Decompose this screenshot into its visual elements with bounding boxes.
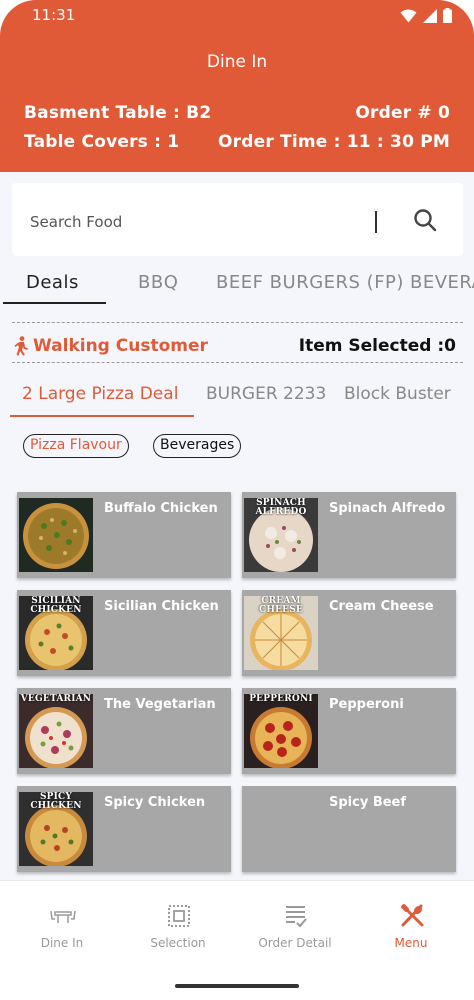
image-caption: VEGETARIAN (20, 694, 92, 704)
menu-item-card[interactable]: Buffalo Chicken (17, 492, 231, 578)
table-label: Basment Table : B2 (24, 103, 212, 123)
search-icon[interactable] (412, 207, 438, 233)
divider (12, 362, 463, 363)
tab-deals[interactable]: Deals (26, 272, 79, 293)
menu-item-name: Sicilian Chicken (104, 599, 219, 614)
menu-item-name: Pepperoni (329, 697, 404, 712)
search-placeholder: Search Food (30, 213, 123, 231)
pizza-image: SPINACH ALFREDO (244, 498, 318, 572)
pizza-image: SPICY CHICKEN (19, 792, 93, 866)
app-screen: 11:31 Dine In Basment Table : B2 Order #… (0, 0, 474, 1000)
search-input[interactable]: Search Food (12, 183, 463, 256)
table-icon (50, 910, 76, 923)
menu-item-name: Spicy Beef (329, 795, 407, 810)
pizza-image (19, 498, 93, 572)
tab-beef-burgers[interactable]: BEEF BURGERS (FP) (216, 272, 404, 293)
tab-bbq[interactable]: BBQ (138, 272, 178, 293)
deal-tab-2-large-pizza[interactable]: 2 Large Pizza Deal (22, 384, 178, 404)
nav-dine-in[interactable]: Dine In (3, 881, 121, 961)
walking-customer-button[interactable]: Walking Customer (12, 336, 208, 356)
nav-menu[interactable]: Menu (352, 881, 470, 961)
menu-item-name: Buffalo Chicken (104, 501, 218, 516)
status-time: 11:31 (32, 6, 76, 24)
chip-pizza-flavour[interactable]: Pizza Flavour (23, 434, 129, 458)
order-number: Order # 0 (355, 103, 450, 123)
menu-item-card[interactable]: SPICY CHICKEN Spicy Chicken (17, 786, 231, 872)
fork-knife-icon (401, 904, 424, 927)
bottom-navigation: Dine In Selection Order Detail Menu (0, 880, 474, 1000)
nav-selection[interactable]: Selection (119, 881, 237, 961)
nav-label: Dine In (40, 936, 84, 950)
menu-item-name: Cream Cheese (329, 599, 434, 614)
menu-item-name: Spinach Alfredo (329, 501, 446, 516)
deal-tab-indicator (10, 415, 194, 417)
nav-label: Selection (150, 936, 206, 950)
tab-beverages[interactable]: BEVERAGES (410, 272, 474, 293)
search-divider (375, 211, 377, 233)
order-list-icon (286, 906, 307, 928)
menu-item-card[interactable]: CREAM CHEESE Cream Cheese (242, 590, 456, 676)
home-indicator[interactable] (175, 984, 299, 988)
chip-beverages[interactable]: Beverages (153, 434, 242, 458)
menu-item-name: Spicy Chicken (104, 795, 206, 810)
selection-icon (168, 905, 190, 927)
pizza-image: VEGETARIAN (19, 694, 93, 768)
pizza-image: SICILIAN CHICKEN (19, 596, 93, 670)
pizza-image: CREAM CHEESE (244, 596, 318, 670)
image-caption: PEPPERONI (249, 694, 313, 704)
menu-item-card[interactable]: Spicy Beef (242, 786, 456, 872)
nav-label: Order Detail (258, 936, 332, 950)
divider (12, 322, 463, 323)
image-caption: SPICY CHICKEN (30, 792, 82, 811)
nav-label: Menu (394, 936, 428, 950)
deal-tab-burger-2233[interactable]: BURGER 2233 (206, 384, 326, 404)
table-covers: Table Covers : 1 (24, 132, 180, 152)
deal-tabs: 2 Large Pizza Deal BURGER 2233 Block Bus… (0, 380, 474, 420)
category-tabs: Deals BBQ BEEF BURGERS (FP) BEVERAGES (0, 266, 474, 306)
image-caption: SPINACH ALFREDO (255, 498, 307, 517)
item-selected-count: Item Selected :0 (298, 336, 456, 356)
menu-item-card[interactable]: VEGETARIAN The Vegetarian (17, 688, 231, 774)
nav-order-detail[interactable]: Order Detail (236, 881, 354, 961)
screen-title: Dine In (206, 52, 268, 72)
deal-tab-block-buster[interactable]: Block Buster (344, 384, 451, 404)
walking-person-icon (14, 336, 28, 356)
image-caption: CREAM CHEESE (259, 596, 303, 615)
menu-item-name: The Vegetarian (104, 697, 216, 712)
order-time: Order Time : 11 : 30 PM (218, 132, 450, 152)
signal-icon (423, 8, 437, 23)
image-caption: SICILIAN CHICKEN (30, 596, 82, 615)
battery-icon (443, 8, 452, 23)
wifi-icon (400, 9, 417, 22)
menu-item-card[interactable]: SICILIAN CHICKEN Sicilian Chicken (17, 590, 231, 676)
menu-item-card[interactable]: SPINACH ALFREDO Spinach Alfredo (242, 492, 456, 578)
menu-item-card[interactable]: PEPPERONI Pepperoni (242, 688, 456, 774)
category-tab-indicator (3, 302, 106, 304)
status-bar: 11:31 (0, 0, 474, 34)
header: 11:31 Dine In Basment Table : B2 Order #… (0, 0, 474, 172)
pizza-image: PEPPERONI (244, 694, 318, 768)
customer-name: Walking Customer (33, 336, 208, 356)
